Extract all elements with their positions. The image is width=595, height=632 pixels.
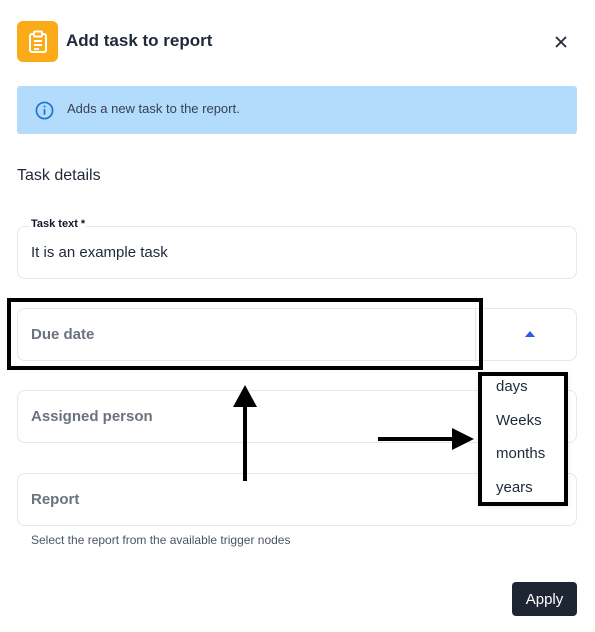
- menu-item-weeks[interactable]: Weeks: [496, 412, 542, 429]
- task-text-value: It is an example task: [31, 244, 168, 261]
- dialog-title: Add task to report: [66, 31, 213, 50]
- due-date-placeholder: Due date: [31, 326, 95, 343]
- report-helper-text: Select the report from the available tri…: [31, 533, 291, 547]
- info-text: Adds a new task to the report.: [67, 101, 240, 116]
- menu-item-months[interactable]: months: [496, 445, 545, 462]
- task-text-field[interactable]: It is an example task: [17, 226, 577, 279]
- section-title: Task details: [17, 167, 101, 184]
- info-icon: [35, 101, 54, 120]
- due-date-input[interactable]: Due date: [17, 308, 476, 361]
- close-button[interactable]: [550, 31, 572, 53]
- close-icon: [555, 36, 567, 48]
- caret-up-icon: [525, 331, 535, 337]
- report-placeholder: Report: [31, 491, 80, 508]
- info-banner: Adds a new task to the report.: [17, 86, 577, 134]
- menu-item-years[interactable]: years: [496, 479, 533, 496]
- menu-item-days[interactable]: days: [496, 378, 528, 395]
- due-date-unit-select[interactable]: [476, 308, 577, 361]
- task-text-label: Task text *: [30, 218, 87, 230]
- apply-button[interactable]: Apply: [512, 582, 577, 616]
- unit-dropdown-menu: days Weeks months years: [479, 373, 567, 504]
- clipboard-icon: [17, 21, 58, 62]
- assigned-person-placeholder: Assigned person: [31, 408, 153, 425]
